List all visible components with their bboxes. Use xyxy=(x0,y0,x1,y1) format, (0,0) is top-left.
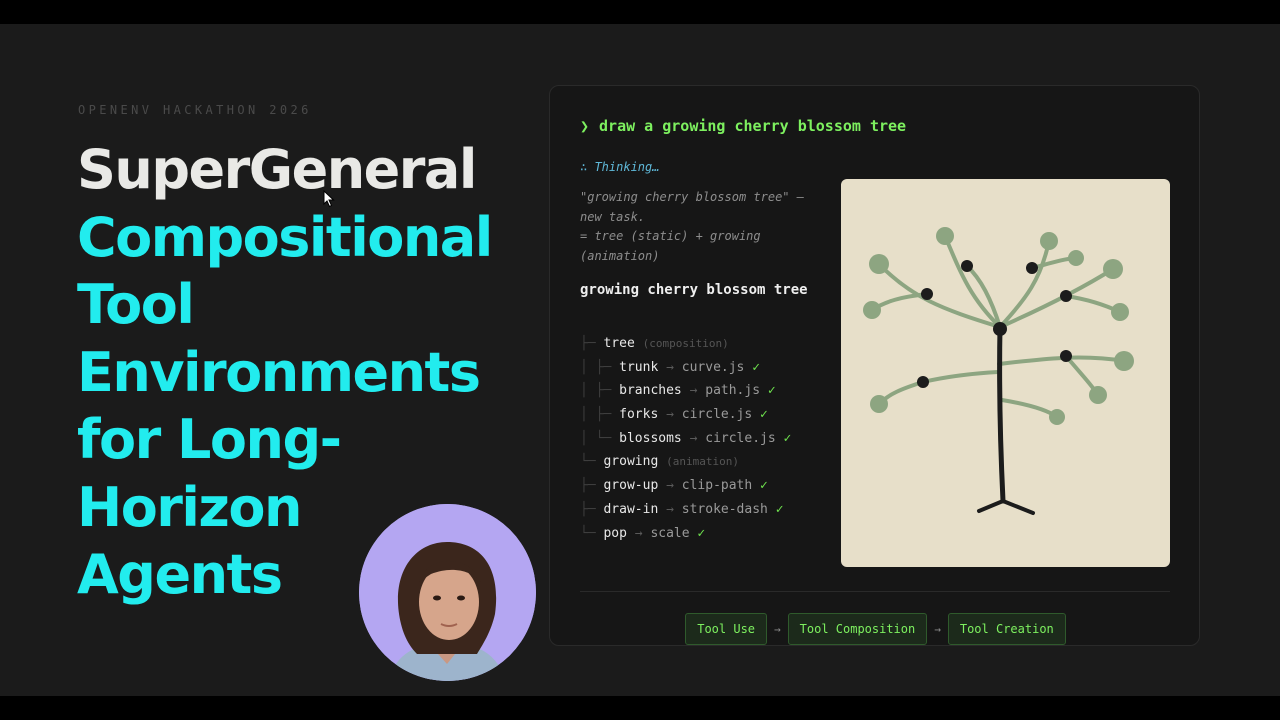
arrow-icon: → xyxy=(666,501,674,517)
pipeline-step: Tool Use xyxy=(685,613,768,645)
prompt-text: draw a growing cherry blossom tree xyxy=(599,117,907,135)
presenter-webcam-avatar xyxy=(359,504,536,681)
check-icon: ✓ xyxy=(760,478,768,494)
tool-pipeline: Tool Use → Tool Composition → Tool Creat… xyxy=(550,613,1201,645)
item-name: draw-in xyxy=(603,501,659,517)
check-icon: ✓ xyxy=(783,430,792,446)
reasoning-line: (animation) xyxy=(580,248,660,263)
arrow-icon: → xyxy=(689,383,698,399)
item-name: grow-up xyxy=(603,478,659,494)
check-icon: ✓ xyxy=(752,359,761,375)
group-name: growing xyxy=(603,454,659,470)
item-name: forks xyxy=(619,407,659,423)
item-tool: scale xyxy=(650,525,690,541)
plan-title: growing cherry blossom tree xyxy=(580,282,808,298)
check-icon: ✓ xyxy=(775,501,784,517)
tree-group-row: ├─ tree (composition) xyxy=(580,336,729,351)
arrow-icon: → xyxy=(934,622,941,636)
item-tool: circle.js xyxy=(705,430,776,446)
arrow-icon: → xyxy=(634,525,643,541)
pipeline-step: Tool Composition xyxy=(787,613,928,645)
item-tool: stroke-dash xyxy=(681,501,768,517)
item-tool: path.js xyxy=(705,383,761,399)
pipeline-step: Tool Creation xyxy=(947,613,1066,645)
cherry-tree-drawing xyxy=(863,227,1134,515)
presenter-portrait xyxy=(359,504,536,681)
reasoning-line: = tree (static) + growing xyxy=(580,229,761,243)
render-canvas xyxy=(841,179,1170,567)
item-name: blossoms xyxy=(619,430,682,446)
group-kind: (animation) xyxy=(666,455,739,469)
title-main: SuperGeneral xyxy=(77,138,477,201)
item-tool: clip-path xyxy=(681,478,753,494)
mouse-cursor-icon xyxy=(323,190,335,208)
group-name: tree xyxy=(603,336,635,351)
arrow-icon: → xyxy=(666,407,674,423)
check-icon: ✓ xyxy=(767,383,776,399)
event-eyebrow: OPENENV HACKATHON 2026 xyxy=(78,103,312,117)
reasoning-line: new task. xyxy=(580,209,646,224)
tree-item-row: ├─ grow-up → clip-path ✓ xyxy=(580,478,768,494)
tree-item-row: └─ pop → scale ✓ xyxy=(580,525,706,541)
agent-panel: ❯ draw a growing cherry blossom tree ∴ Th… xyxy=(549,85,1200,646)
check-icon: ✓ xyxy=(760,407,768,423)
user-prompt: ❯ draw a growing cherry blossom tree xyxy=(580,117,906,135)
check-icon: ✓ xyxy=(697,525,706,541)
thinking-status: ∴ Thinking… xyxy=(580,160,660,174)
reasoning-text: "growing cherry blossom tree" — new task… xyxy=(580,188,830,266)
item-tool: circle.js xyxy=(681,407,753,423)
item-name: branches xyxy=(619,383,682,399)
arrow-icon: → xyxy=(666,478,674,494)
arrow-icon: → xyxy=(774,622,781,636)
title-line: Compositional xyxy=(77,205,493,269)
prompt-caret-icon: ❯ xyxy=(580,117,590,135)
tree-item-row: │ └─ blossoms → circle.js ✓ xyxy=(580,430,792,446)
group-kind: (composition) xyxy=(642,337,729,350)
tree-item-row: ├─ draw-in → stroke-dash ✓ xyxy=(580,501,784,517)
title-line: for Long- xyxy=(77,408,342,471)
item-name: trunk xyxy=(619,359,659,375)
reasoning-line: "growing cherry blossom tree" — xyxy=(580,190,804,204)
title-line: Tool xyxy=(77,273,195,336)
tree-item-row: │ ├─ forks → circle.js ✓ xyxy=(580,407,768,423)
divider xyxy=(580,591,1170,592)
arrow-icon: → xyxy=(689,430,698,446)
composition-tree: ├─ tree (composition) │ ├─ trunk → curve… xyxy=(580,332,791,545)
arrow-icon: → xyxy=(666,359,674,375)
item-name: pop xyxy=(603,525,627,541)
tree-item-row: │ ├─ branches → path.js ✓ xyxy=(580,383,776,399)
tree-item-row: │ ├─ trunk → curve.js ✓ xyxy=(580,359,761,375)
tree-group-row: └─ growing (animation) xyxy=(580,454,739,470)
title-line: Environments xyxy=(77,340,481,404)
item-tool: curve.js xyxy=(681,359,745,375)
